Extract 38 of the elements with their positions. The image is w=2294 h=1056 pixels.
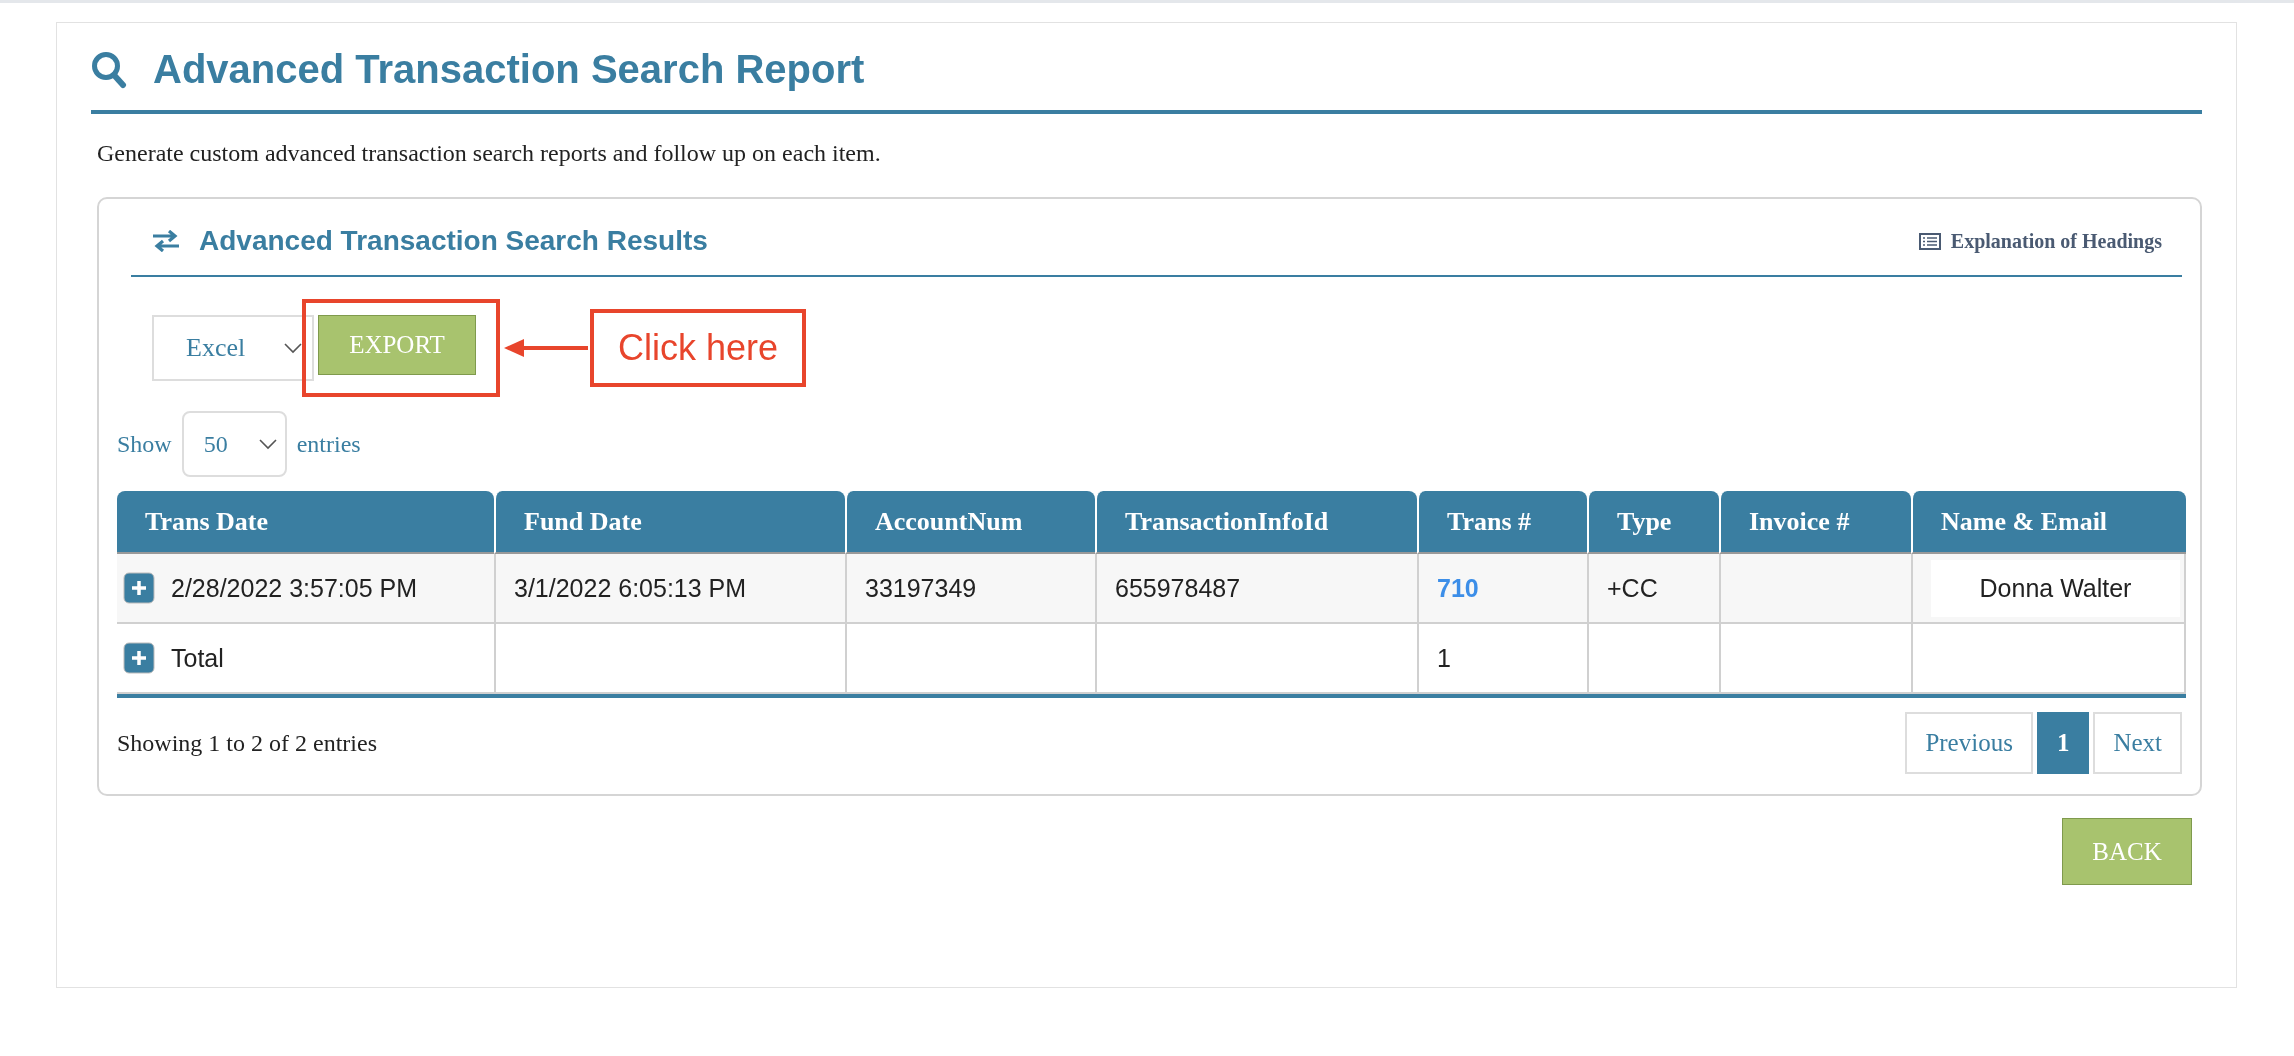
page-title: Advanced Transaction Search Report — [153, 47, 865, 92]
format-dropdown[interactable]: Excel — [152, 315, 314, 381]
expand-plus-icon[interactable] — [123, 642, 155, 674]
transaction-link[interactable]: 710 — [1437, 573, 1479, 602]
table-cell: Total — [171, 643, 224, 673]
table-cell: 1 — [1437, 643, 1451, 672]
expand-plus-icon[interactable] — [123, 572, 155, 604]
pagination-button[interactable]: 1 — [2036, 712, 2090, 774]
table-cell: 655978487 — [1115, 573, 1241, 602]
entries-info: Showing 1 to 2 of 2 entries — [117, 729, 377, 757]
column-header[interactable]: Fund Date — [494, 491, 845, 554]
explanation-link[interactable]: Explanation of Headings — [1950, 229, 2162, 253]
exchange-arrows-icon — [151, 230, 181, 252]
column-header[interactable]: Trans Date — [117, 491, 494, 554]
table-cell: Donna Walter — [1931, 559, 2180, 617]
entries-label: entries — [296, 430, 361, 458]
table-cell: 2/28/2022 3:57:05 PM — [171, 573, 418, 603]
results-title: Advanced Transaction Search Results — [199, 225, 708, 257]
column-header[interactable]: AccountNum — [845, 491, 1095, 554]
list-icon — [1918, 232, 1941, 250]
table-cell: +CC — [1607, 573, 1658, 602]
search-icon — [91, 50, 127, 89]
page-size-dropdown[interactable]: 50 — [181, 411, 287, 477]
column-header[interactable]: Invoice # — [1719, 491, 1911, 554]
page-description: Generate custom advanced transaction search reports and follow up on each item. — [97, 140, 882, 167]
column-header[interactable]: TransactionInfoId — [1095, 491, 1417, 554]
callout-label: Click here — [590, 309, 807, 387]
column-header[interactable]: Trans # — [1417, 491, 1587, 554]
column-header[interactable]: Name & Email — [1911, 491, 2186, 554]
chevron-down-icon — [284, 342, 302, 354]
column-header[interactable]: Type — [1587, 491, 1719, 554]
table-cell: 33197349 — [865, 573, 977, 602]
pagination-button[interactable]: Previous — [1905, 712, 2033, 774]
arrow-icon — [502, 337, 590, 359]
chevron-down-icon — [258, 438, 277, 450]
show-label: Show — [117, 430, 172, 458]
table-cell: 3/1/2022 6:05:13 PM — [514, 573, 747, 602]
pagination-button[interactable]: Next — [2093, 712, 2182, 774]
